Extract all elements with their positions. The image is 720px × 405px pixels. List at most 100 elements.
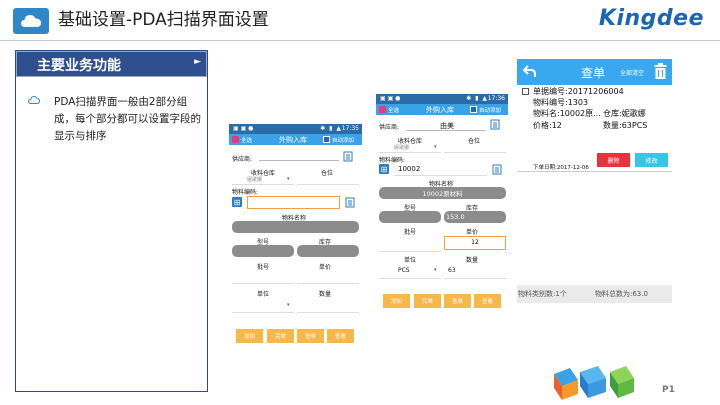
auto-add-label: 自动添加 bbox=[479, 108, 502, 114]
query-order-button[interactable]: 查单 bbox=[297, 329, 324, 343]
qty-input[interactable] bbox=[297, 312, 359, 313]
document-list-icon[interactable] bbox=[492, 164, 503, 175]
form-title: 外购入库 bbox=[426, 106, 454, 114]
cube-logo-icon bbox=[554, 366, 634, 400]
material-code: 物料编号:1303 bbox=[533, 98, 589, 107]
supplier-input[interactable] bbox=[406, 130, 486, 131]
signal-icons: ✱ ▮ ▲ bbox=[466, 95, 488, 102]
caret-down-icon[interactable]: ▾ bbox=[287, 176, 290, 182]
view-button[interactable]: 查看 bbox=[327, 329, 354, 343]
quantity: 数量:63PCS bbox=[603, 121, 648, 130]
edit-button[interactable]: 修改 bbox=[635, 153, 668, 167]
batch-label: 批号 bbox=[257, 264, 270, 271]
qty-label: 数量 bbox=[319, 291, 332, 298]
barcode-scan-icon[interactable]: ⊞ bbox=[379, 164, 389, 174]
warehouse-value[interactable]: 妮歌娜 bbox=[394, 144, 409, 151]
cloud-logo-icon bbox=[13, 8, 49, 34]
divider bbox=[379, 152, 441, 153]
warehouse: 仓库:妮歌娜 bbox=[603, 109, 646, 118]
divider bbox=[444, 152, 506, 153]
auto-add-checkbox[interactable] bbox=[323, 136, 330, 143]
delete-button[interactable]: 删除 bbox=[597, 153, 630, 167]
add-button[interactable]: 添加 bbox=[383, 294, 410, 308]
document-list-icon[interactable] bbox=[345, 197, 356, 208]
model-field bbox=[379, 211, 441, 223]
model-field bbox=[232, 245, 294, 257]
location-label: 仓位 bbox=[468, 138, 481, 145]
material-code-input[interactable] bbox=[394, 175, 487, 176]
unit-value[interactable]: PCS bbox=[398, 267, 410, 274]
select-all-checkbox[interactable] bbox=[379, 106, 386, 113]
stock-field: 153.0 bbox=[444, 211, 506, 223]
stock-field bbox=[297, 245, 359, 257]
divider bbox=[517, 171, 672, 172]
complete-button[interactable]: 完单 bbox=[414, 294, 441, 308]
batch-input[interactable] bbox=[379, 251, 441, 252]
unit-select[interactable] bbox=[379, 278, 441, 279]
order-number: 单据编号:20171206004 bbox=[533, 87, 624, 96]
price-label: 单价 bbox=[319, 264, 332, 271]
unit-select[interactable] bbox=[232, 312, 294, 313]
view-button[interactable]: 查看 bbox=[474, 294, 501, 308]
price: 价格:12 bbox=[533, 121, 562, 130]
back-arrow-icon[interactable] bbox=[522, 64, 537, 79]
auto-add-checkbox[interactable] bbox=[470, 106, 477, 113]
status-time: 17:36 bbox=[487, 95, 505, 102]
caret-down-icon[interactable]: ▾ bbox=[287, 302, 290, 308]
warehouse-value[interactable]: 妮歌娜 bbox=[247, 176, 262, 183]
price-input[interactable] bbox=[297, 283, 359, 284]
summary-bar: 物料类别数:1个 物料总数为:63.0 bbox=[517, 285, 672, 303]
caret-down-icon[interactable]: ▾ bbox=[434, 267, 437, 273]
signal-icons: ✱ ▮ ▲ bbox=[320, 125, 342, 132]
unit-label: 单位 bbox=[257, 291, 270, 298]
query-order-button[interactable]: 查单 bbox=[444, 294, 471, 308]
batch-label: 批号 bbox=[404, 229, 417, 236]
status-bar: ▣ ▣ ● ✱ ▮ ▲ 17:35 bbox=[229, 124, 362, 134]
material-name-field bbox=[232, 221, 359, 233]
feature-panel: 主要业务功能 ► PDA扫描界面一般由2部分组成，每个部分都可以设置字段的显示与… bbox=[15, 50, 208, 392]
feature-panel-header: 主要业务功能 ► bbox=[16, 51, 207, 77]
qty-input[interactable] bbox=[444, 278, 506, 279]
supplier-label: 供应商: bbox=[379, 124, 400, 131]
document-list-icon[interactable] bbox=[343, 151, 354, 162]
qty-value[interactable]: 63 bbox=[448, 267, 456, 274]
order-date: 下单日期:2017-12-06 bbox=[533, 165, 589, 171]
add-button[interactable]: 添加 bbox=[236, 329, 263, 343]
order-query-header: 查单 全部清空 bbox=[517, 59, 672, 85]
page-number: P1 bbox=[662, 385, 675, 395]
material-total-count: 物料总数为:63.0 bbox=[595, 290, 648, 298]
title-divider bbox=[0, 40, 720, 41]
material-code-label: 物料编码: bbox=[379, 157, 406, 164]
status-bar: ▣ ▣ ● ✱ ▮ ▲ 17:36 bbox=[376, 94, 508, 104]
document-list-icon[interactable] bbox=[490, 119, 501, 130]
feature-description: PDA扫描界面一般由2部分组成，每个部分都可以设置字段的显示与排序 bbox=[54, 96, 201, 142]
material-code-input[interactable] bbox=[247, 196, 340, 209]
barcode-scan-icon[interactable]: ⊞ bbox=[232, 197, 242, 207]
supplier-input[interactable] bbox=[259, 160, 339, 161]
price-label: 单价 bbox=[466, 229, 479, 236]
qty-label: 数量 bbox=[466, 257, 479, 264]
trash-icon[interactable] bbox=[654, 63, 667, 80]
feature-panel-title: 主要业务功能 bbox=[37, 58, 121, 74]
page-title: 基础设置-PDA扫描界面设置 bbox=[58, 10, 269, 30]
select-all-label: 全选 bbox=[388, 108, 400, 114]
order-checkbox[interactable] bbox=[522, 88, 529, 95]
material-name: 物料名:10002原... bbox=[533, 109, 601, 118]
caret-down-icon[interactable]: ▾ bbox=[434, 144, 437, 150]
pda-screen-empty: ▣ ▣ ● ✱ ▮ ▲ 17:35 全选 外购入库 自动添加 供应商: 收料仓库… bbox=[229, 124, 362, 346]
pda-screen-filled: ▣ ▣ ● ✱ ▮ ▲ 17:36 全选 外购入库 自动添加 供应商: 由美 收… bbox=[376, 94, 508, 312]
complete-button[interactable]: 完单 bbox=[267, 329, 294, 343]
unit-label: 单位 bbox=[404, 257, 417, 264]
clear-all-link[interactable]: 全部清空 bbox=[620, 68, 644, 77]
batch-input[interactable] bbox=[232, 283, 294, 284]
app-bar: 全选 外购入库 自动添加 bbox=[376, 104, 508, 115]
select-all-checkbox[interactable] bbox=[232, 136, 239, 143]
order-query-screen: 查单 全部清空 单据编号:20171206004 物料编号:1303 物料名:1… bbox=[517, 59, 672, 307]
select-all-label: 全选 bbox=[241, 138, 253, 144]
price-input[interactable]: 12 bbox=[444, 236, 506, 250]
form-title: 外购入库 bbox=[279, 136, 307, 144]
material-code-value[interactable]: 10002 bbox=[398, 165, 420, 173]
order-query-title: 查单 bbox=[581, 66, 606, 80]
slide-header: 基础设置-PDA扫描界面设置 Kingdee bbox=[0, 0, 720, 42]
app-bar: 全选 外购入库 自动添加 bbox=[229, 134, 362, 145]
